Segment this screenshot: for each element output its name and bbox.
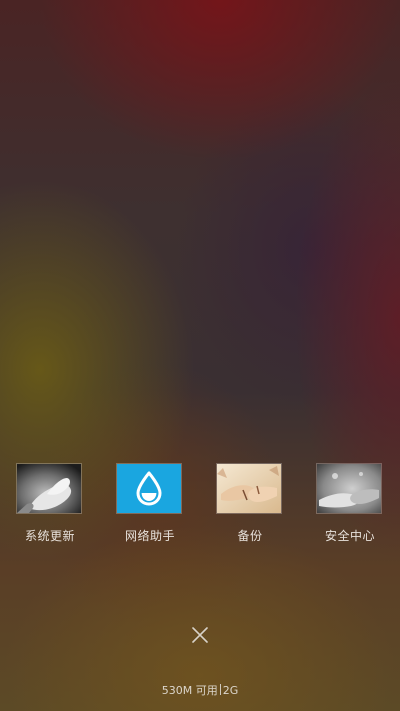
hands-photo-icon [17, 464, 81, 513]
blurred-wallpaper [0, 0, 400, 711]
app-label: 网络助手 [124, 529, 175, 543]
divider [219, 684, 221, 695]
clear-all-button[interactable] [187, 622, 213, 648]
recent-app-network-helper[interactable]: 网络助手 [100, 463, 200, 553]
memory-total: 2G [222, 684, 239, 697]
recent-app-backup[interactable]: 备份 [200, 463, 300, 553]
recent-app-security-center[interactable]: 安全中心 [300, 463, 400, 553]
app-label: 系统更新 [24, 529, 75, 543]
recent-apps-strip: 系统更新 网络助手 备份 安全中心 [0, 463, 400, 553]
close-icon [192, 627, 208, 643]
handshake-photo-icon [317, 464, 381, 513]
recent-app-system-update[interactable]: 系统更新 [0, 463, 100, 553]
memory-available: 530M 可用 [161, 684, 218, 697]
memory-status: 530M 可用 2G [0, 682, 400, 698]
water-drop-icon [117, 464, 181, 513]
app-label: 安全中心 [324, 529, 375, 543]
app-label: 备份 [237, 529, 263, 543]
holding-hands-photo-icon [217, 464, 281, 513]
